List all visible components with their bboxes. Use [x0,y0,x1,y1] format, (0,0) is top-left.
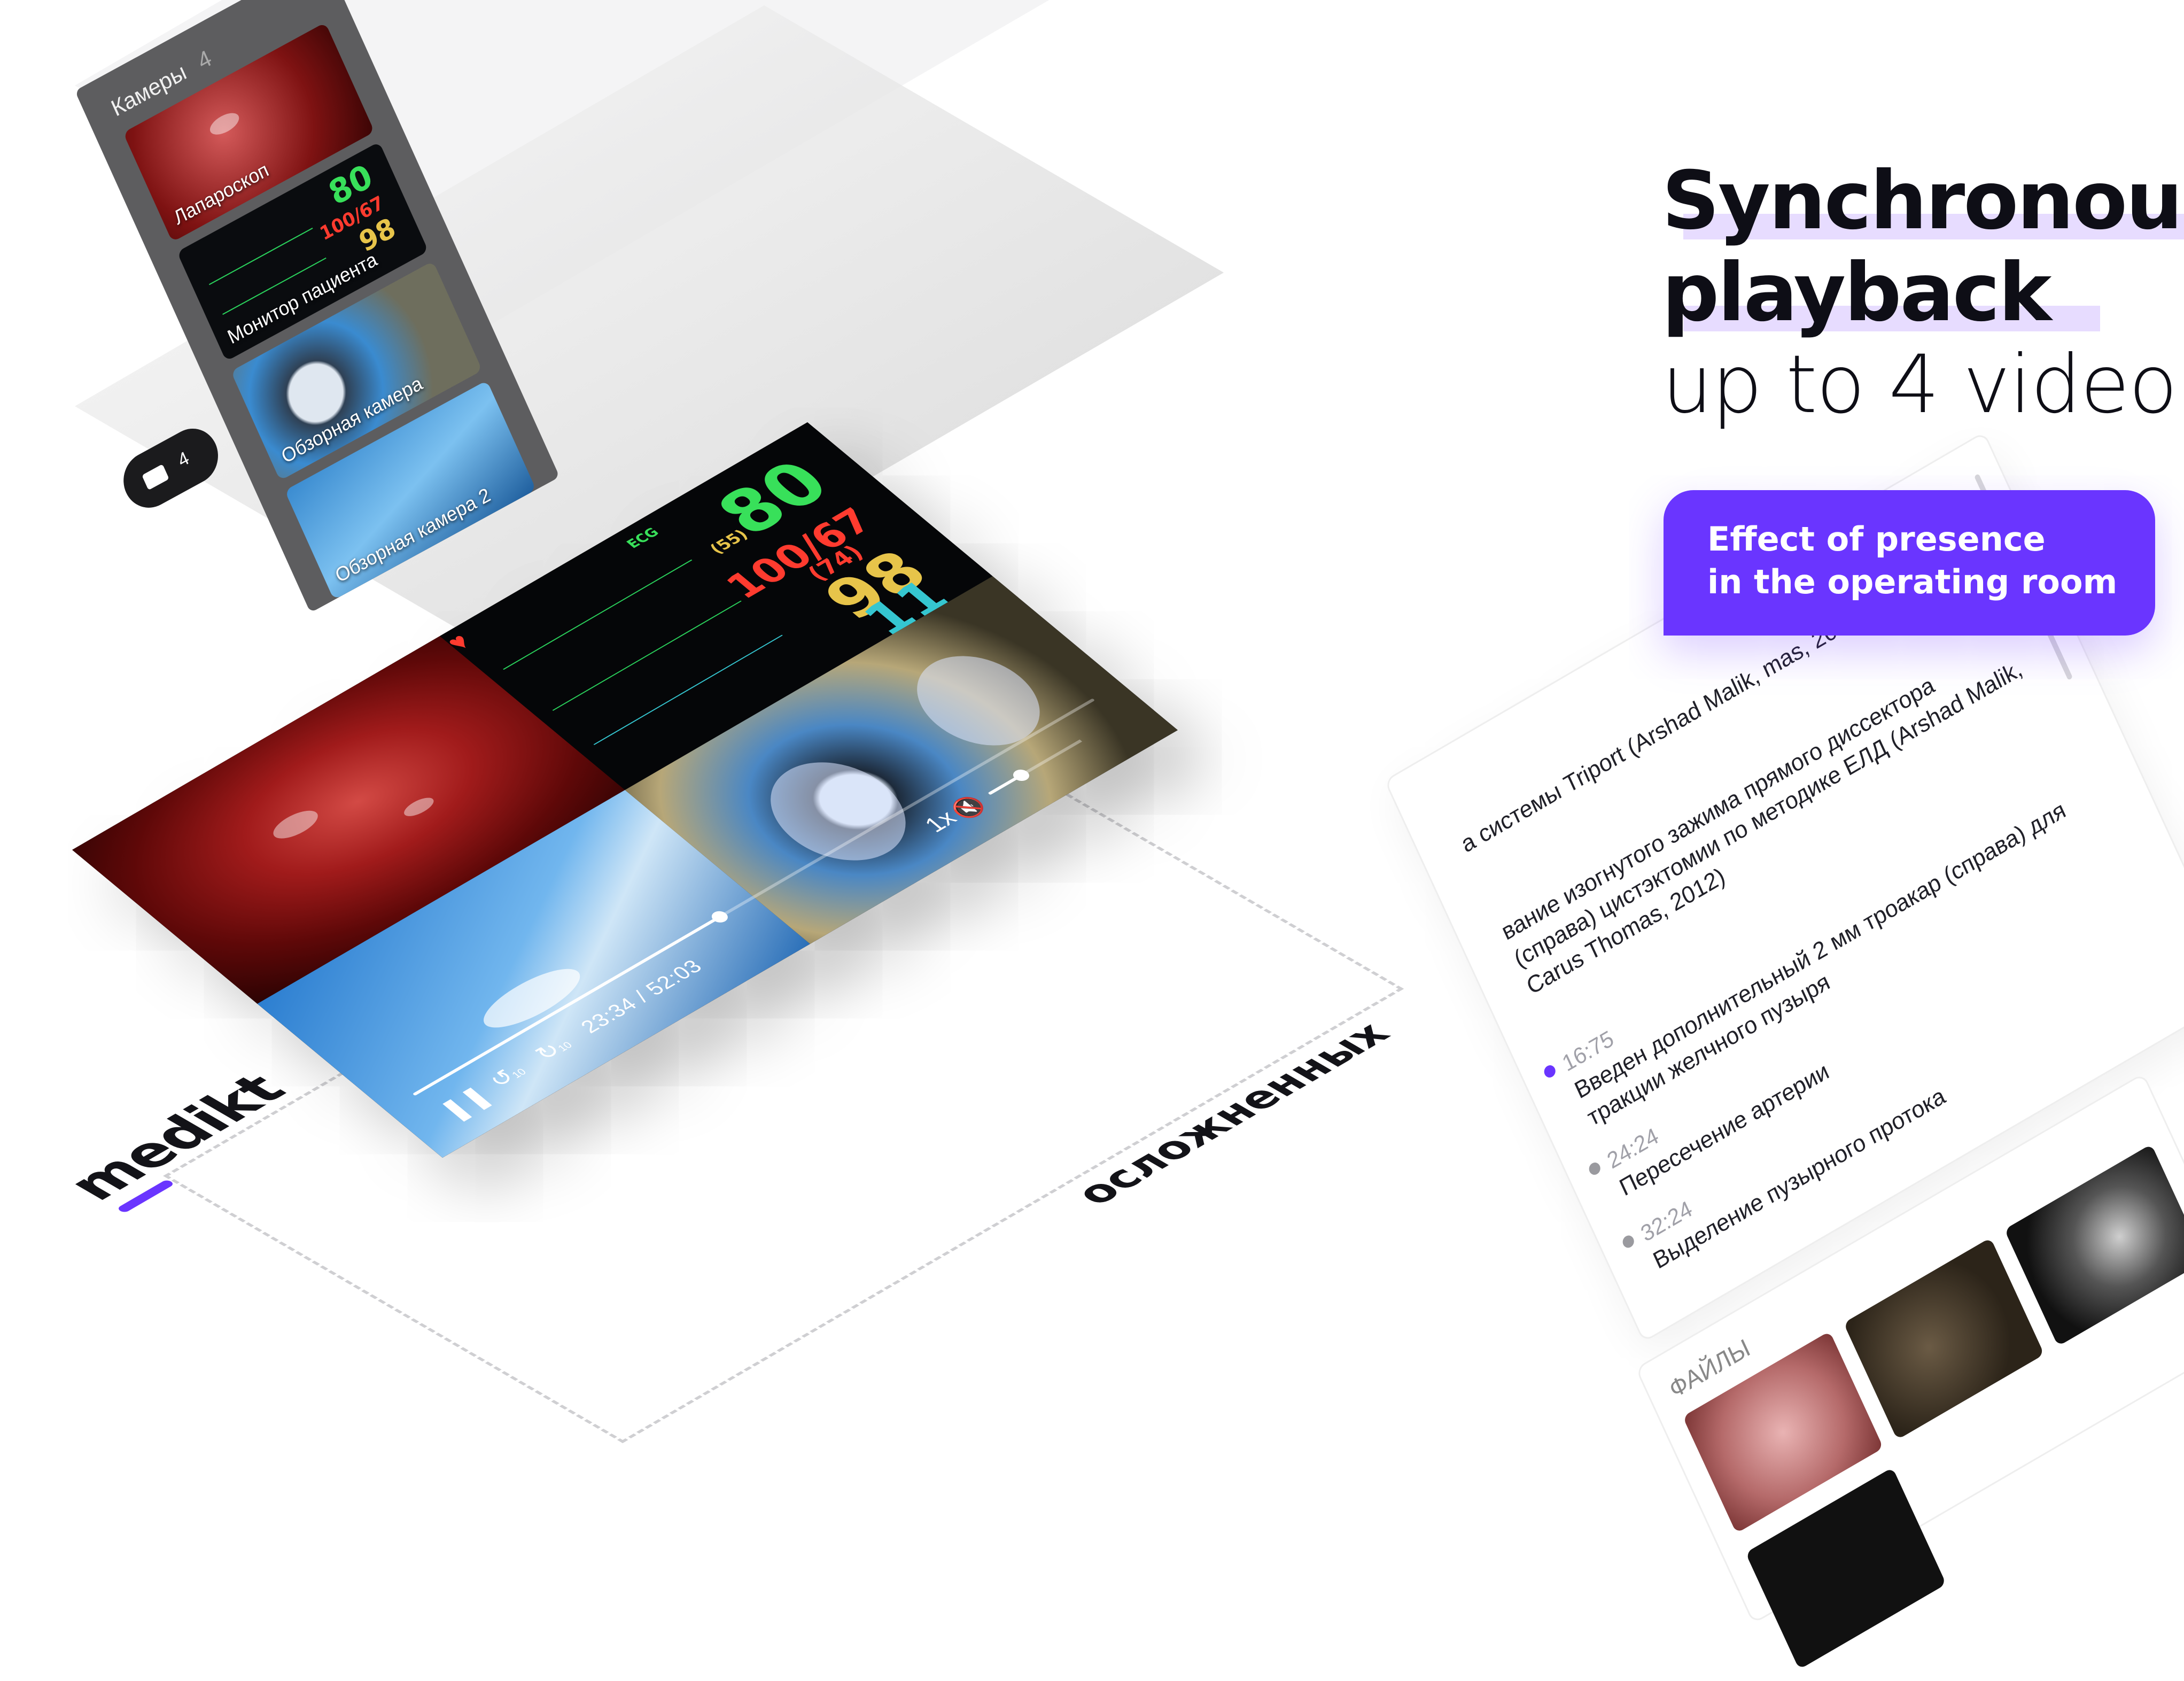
callout-line-2: in the operating room [1707,562,2118,601]
headline-line-2: playback [1662,247,2184,339]
ecg-label: ECG [623,525,663,552]
forward-10-icon[interactable]: ↻10 [529,1032,577,1065]
camera-icon[interactable]: ■ [1347,647,1365,681]
timeline-dot-active [1542,1063,1558,1080]
cameras-count: 4 [193,44,215,74]
grid-icon[interactable]: ▦ [1416,620,1444,655]
video-camera-icon [142,464,169,491]
camera-badge-count: 4 [175,447,192,471]
forward-10-label: 10 [555,1040,575,1054]
ecg-waveform [209,227,313,285]
pause-icon[interactable]: ❚❚ [433,1081,498,1125]
headline-line-2-text: playback [1662,246,2051,339]
volume-slider[interactable] [988,739,1083,795]
file-thumbnail[interactable] [1843,1237,2045,1440]
file-thumbnail[interactable] [2004,1144,2184,1346]
rewind-10-label: 10 [509,1066,529,1081]
headline: Synchronous playback up to 4 video [1662,155,2184,431]
gloss-highlight [207,109,242,139]
timeline-dot [1621,1233,1636,1250]
gloss-highlight [400,794,438,820]
callout-line-1: Effect of presence [1707,520,2046,559]
fullscreen-icon[interactable]: ⛶ [1486,593,1506,629]
gloss-highlight [267,805,325,843]
headline-line-1: Synchronous [1662,155,2184,247]
rewind-10-icon[interactable]: ↺10 [483,1059,531,1092]
headline-line-3: up to 4 video [1662,338,2178,431]
ecg-waveform [552,600,742,711]
presence-callout: Effect of presence in the operating room [1664,490,2155,636]
timeline-dot [1587,1160,1603,1177]
headline-line-1-text: Synchronous [1662,154,2184,247]
